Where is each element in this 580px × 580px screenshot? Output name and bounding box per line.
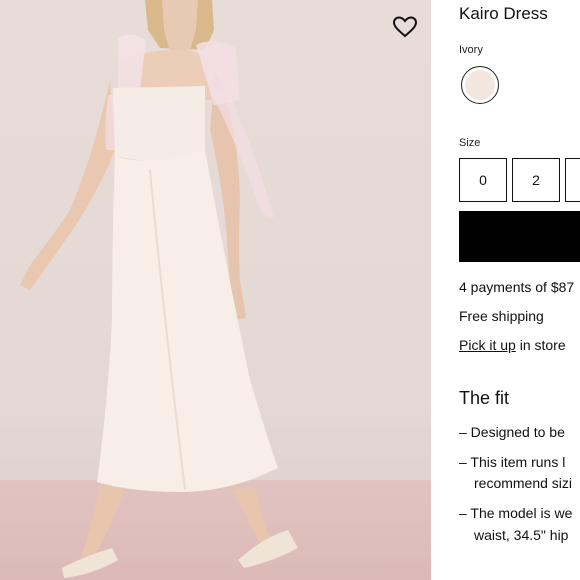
size-option-next[interactable] — [565, 158, 580, 202]
product-title: Kairo Dress — [459, 4, 548, 23]
color-label: Ivory — [459, 44, 483, 56]
shipping-text: Free shipping — [459, 308, 544, 324]
fit-bullet-3: – The model is we — [459, 505, 573, 521]
fit-bullet-2: – This item runs l — [459, 454, 566, 470]
add-to-bag-button[interactable] — [459, 211, 580, 262]
installments-text: 4 payments of $87 — [459, 279, 575, 295]
size-selector: 0 2 — [459, 158, 580, 202]
product-details-panel: Kairo Dress Ivory Size 0 2 4 payments of… — [431, 0, 580, 580]
model-illustration — [20, 0, 298, 578]
size-option-2[interactable]: 2 — [512, 158, 560, 202]
size-label: Size — [459, 137, 481, 149]
fit-bullet-1: – Designed to be — [459, 424, 565, 440]
heart-icon[interactable] — [392, 15, 418, 39]
pickup-line: Pick it up in store — [459, 337, 566, 353]
fit-bullet-2-cont: recommend sizi — [474, 475, 573, 491]
fit-heading: The fit — [459, 388, 510, 408]
product-image[interactable] — [0, 0, 431, 580]
pickup-suffix: in store — [515, 337, 566, 353]
fit-bullet-3-cont: waist, 34.5" hip — [474, 527, 569, 543]
pick-it-up-link[interactable]: Pick it up — [459, 337, 516, 353]
size-option-0[interactable]: 0 — [459, 158, 507, 202]
color-swatch-ivory[interactable] — [461, 66, 499, 104]
